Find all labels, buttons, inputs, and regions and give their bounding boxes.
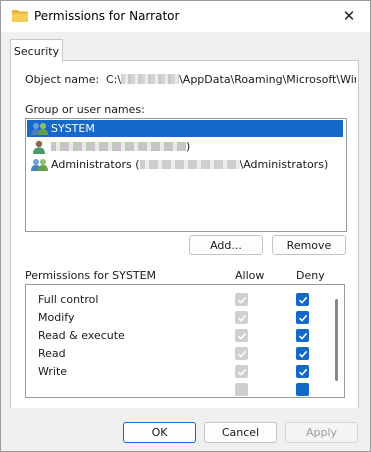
check-icon [298,332,307,340]
ok-button[interactable]: OK [123,422,196,443]
title-bar: Permissions for Narrator ✕ [1,1,370,32]
security-panel: Object name: C:\ \AppData\Roaming\Microso… [10,60,359,410]
ok-button-label: OK [151,426,168,439]
deny-checkbox[interactable] [296,347,309,360]
add-button-label: Add... [210,238,242,252]
check-icon [237,350,246,358]
allow-checkbox [235,365,248,378]
deny-checkbox[interactable] [296,329,309,342]
cancel-button-label: Cancel [221,426,260,439]
admin-label-prefix: Administrators ( [51,158,140,171]
redacted-computer-name [139,160,240,169]
user-list[interactable]: SYSTEM ) Administrators ( \Administrators… [25,118,347,232]
check-icon [237,332,246,340]
permission-row-partial [26,381,326,397]
object-name-value: C:\ \AppData\Roaming\Microsoft\Window [106,73,356,86]
object-path-prefix: C:\ [106,73,122,86]
allow-checkbox [235,329,248,342]
check-icon [298,314,307,322]
user-list-item-system[interactable]: SYSTEM [27,120,343,137]
permissions-list[interactable]: Full control Modify Read & execute Read … [25,284,345,398]
remove-button[interactable]: Remove [272,235,346,255]
permission-name: Full control [38,293,99,306]
permission-name: Modify [38,311,75,324]
deny-checkbox[interactable] [296,365,309,378]
permission-row-full-control: Full control [26,291,326,309]
folder-icon [12,10,28,22]
redacted-username [121,74,180,84]
permissions-scrollbar[interactable] [335,299,338,381]
apply-button[interactable]: Apply [285,422,358,443]
allow-checkbox [235,347,248,360]
allow-checkbox [235,383,248,396]
close-icon: ✕ [342,7,356,25]
user-group-icon [31,158,48,171]
admin-label-suffix: \Administrators) [239,158,329,171]
add-button[interactable]: Add... [189,235,263,255]
allow-column-header: Allow [235,269,265,282]
object-path-suffix: \AppData\Roaming\Microsoft\Window [179,73,356,86]
apply-button-label: Apply [305,426,338,439]
allow-checkbox [235,311,248,324]
permissions-dialog: Permissions for Narrator ✕ Security Obje… [0,0,371,452]
user-list-item-administrators[interactable]: Administrators ( \Administrators) [27,156,328,173]
check-icon [237,368,246,376]
permission-row-modify: Modify [26,309,326,327]
deny-column-header: Deny [296,269,325,282]
user-list-item-label: ) [186,140,191,153]
user-group-icon [31,122,48,135]
object-name-label: Object name: [25,73,100,86]
permission-row-read-execute: Read & execute [26,327,326,345]
user-icon [33,140,45,154]
window-title: Permissions for Narrator [34,9,180,23]
permission-name: Write [38,365,68,378]
deny-checkbox[interactable] [296,293,309,306]
allow-checkbox [235,293,248,306]
deny-checkbox[interactable] [296,383,309,396]
check-icon [298,350,307,358]
remove-button-label: Remove [286,238,332,252]
redacted-user-name [51,142,186,151]
group-or-user-names-label: Group or user names: [25,103,145,116]
close-button[interactable]: ✕ [335,5,363,27]
permission-name: Read & execute [38,329,125,342]
permission-name: Read [38,347,66,360]
permissions-for-label: Permissions for SYSTEM [25,269,157,282]
cancel-button[interactable]: Cancel [204,422,277,443]
check-icon [237,296,246,304]
permission-row-write: Write [26,363,326,381]
tab-security-label: Security [13,44,60,58]
deny-checkbox[interactable] [296,311,309,324]
permission-row-read: Read [26,345,326,363]
user-list-item-label: SYSTEM [51,122,95,135]
check-icon [237,314,246,322]
check-icon [298,296,307,304]
dialog-footer: OK Cancel Apply [1,408,370,451]
tab-security[interactable]: Security [10,39,63,62]
check-icon [298,368,307,376]
user-list-item-user[interactable]: ) [27,138,190,155]
